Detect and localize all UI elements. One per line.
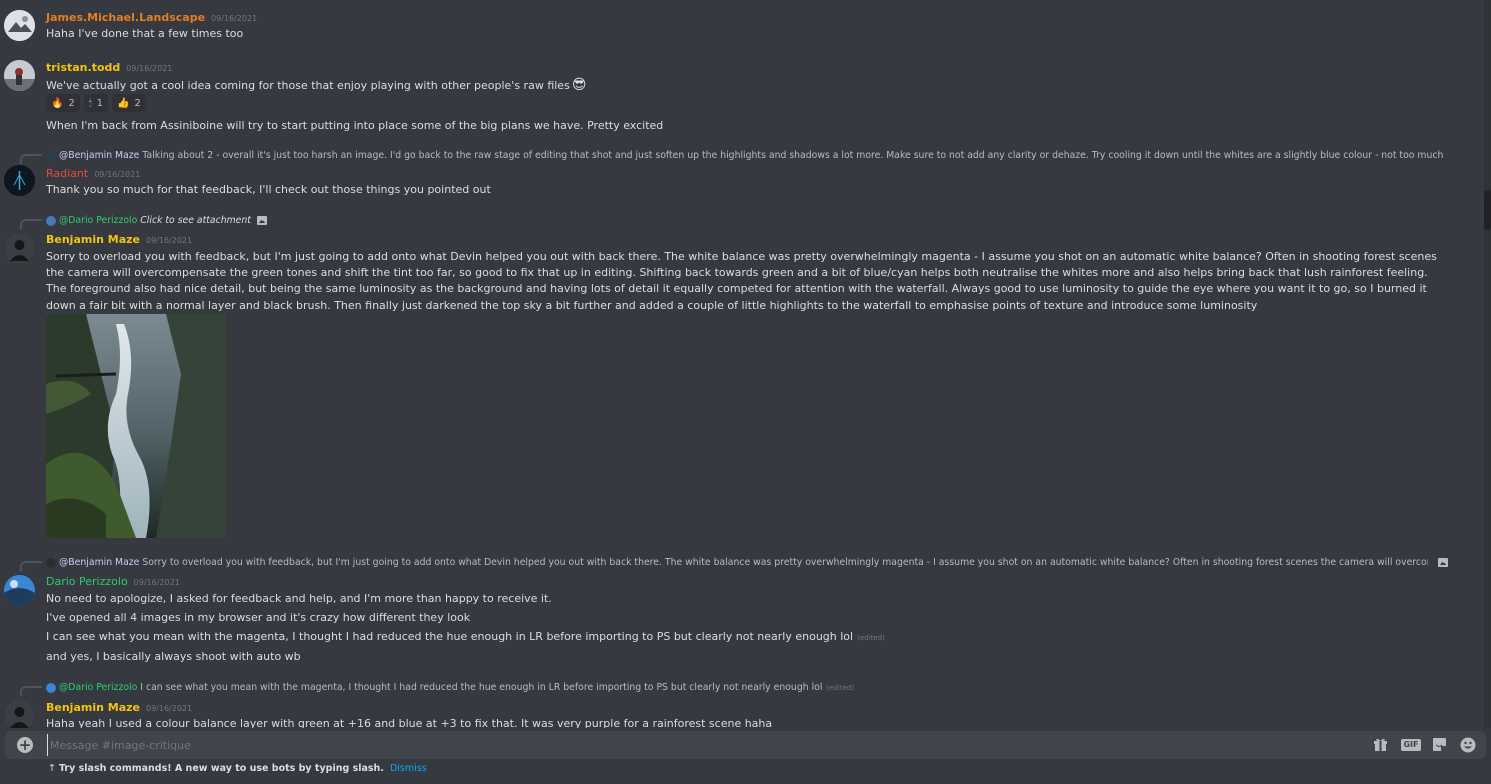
- author-label[interactable]: Benjamin Maze: [46, 701, 140, 714]
- message-benjamin-1: @Dario Perizzolo Click to see attachment…: [0, 213, 1480, 543]
- sticker-icon[interactable]: [1431, 737, 1448, 753]
- reply-avatar: [46, 150, 56, 161]
- message-text: We've actually got a cool idea coming fo…: [46, 77, 586, 93]
- avatar[interactable]: [4, 700, 35, 728]
- author-label[interactable]: Benjamin Maze: [46, 233, 140, 246]
- reply-avatar: [46, 557, 56, 568]
- author-name[interactable]: James.Michael.Landscape 09/16/2021: [46, 11, 257, 24]
- avatar[interactable]: [4, 165, 35, 196]
- author-label[interactable]: James.Michael.Landscape: [46, 11, 205, 24]
- reply-text: I can see what you mean with the magenta…: [140, 682, 823, 693]
- reply-connector: [20, 561, 42, 571]
- reaction-thumbs-up[interactable]: 👍 2: [112, 94, 146, 112]
- message-text: and yes, I basically always shoot with a…: [46, 650, 301, 663]
- reply-connector: [20, 686, 42, 696]
- message-text: I can see what you mean with the magenta…: [46, 630, 885, 643]
- reply-preview[interactable]: @Benjamin Maze Talking about 2 - overall…: [46, 150, 1446, 164]
- reply-author[interactable]: @Benjamin Maze: [59, 150, 139, 161]
- dismiss-link[interactable]: Dismiss: [390, 763, 427, 774]
- reply-text: Sorry to overload you with feedback, but…: [142, 557, 1428, 568]
- timestamp: 09/16/2021: [133, 578, 180, 587]
- author-name[interactable]: tristan.todd 09/16/2021: [46, 61, 172, 74]
- gift-icon[interactable]: [1372, 737, 1389, 753]
- message-radiant: @Benjamin Maze Talking about 2 - overall…: [0, 148, 1480, 200]
- message-composer: + GIF: [5, 731, 1486, 759]
- message-tristan: tristan.todd 09/16/2021 We've actually go…: [0, 50, 1480, 140]
- author-name[interactable]: Benjamin Maze 09/16/2021: [46, 233, 192, 246]
- timestamp: 09/16/2021: [94, 170, 141, 179]
- timestamp: 09/16/2021: [126, 64, 173, 73]
- message-dario: @Benjamin Maze Sorry to overload you wit…: [0, 555, 1480, 670]
- waterfall-image-attachment[interactable]: [46, 314, 226, 538]
- sunglasses-emoji-icon: 😎: [571, 77, 587, 93]
- reply-author[interactable]: @Dario Perizzolo: [59, 215, 137, 226]
- reply-text[interactable]: Click to see attachment: [140, 215, 251, 226]
- image-icon: [1438, 558, 1448, 567]
- fire-icon: 🔥: [51, 97, 64, 109]
- image-icon: [256, 216, 267, 225]
- message-text: Sorry to overload you with feedback, but…: [46, 250, 1437, 312]
- reaction-count: 2: [134, 97, 141, 109]
- scrollbar[interactable]: [1484, 0, 1491, 728]
- reply-connector: [20, 219, 42, 229]
- reply-preview[interactable]: @Dario Perizzolo I can see what you mean…: [46, 682, 854, 696]
- avatar[interactable]: [4, 10, 35, 41]
- message-text: Haha I've done that a few times too: [46, 27, 244, 40]
- reply-author[interactable]: @Dario Perizzolo: [59, 682, 137, 693]
- gif-label: GIF: [1401, 739, 1421, 751]
- candle-icon: 🕯: [88, 97, 92, 109]
- reply-preview[interactable]: @Dario Perizzolo Click to see attachment: [46, 215, 267, 229]
- message-benjamin-2: @Dario Perizzolo I can see what you mean…: [0, 680, 1480, 728]
- author-label[interactable]: Dario Perizzolo: [46, 575, 128, 588]
- author-name[interactable]: Dario Perizzolo 09/16/2021: [46, 575, 180, 588]
- reply-connector: [20, 154, 42, 164]
- gif-icon[interactable]: GIF: [1401, 737, 1421, 753]
- edited-label: (edited): [857, 634, 885, 642]
- timestamp: 09/16/2021: [211, 14, 258, 23]
- reaction-fire[interactable]: 🔥 2: [46, 94, 80, 112]
- reaction-count: 2: [68, 97, 75, 109]
- emoji-icon[interactable]: [1459, 737, 1476, 753]
- message-text: Thank you so much for that feedback, I'l…: [46, 183, 491, 196]
- reply-avatar: [46, 215, 56, 226]
- message-text: When I'm back from Assiniboine will try …: [46, 119, 664, 132]
- message-text: I've opened all 4 images in my browser a…: [46, 611, 471, 624]
- avatar[interactable]: [4, 233, 35, 264]
- reply-preview[interactable]: @Benjamin Maze Sorry to overload you wit…: [46, 557, 1428, 571]
- message-text-part: I can see what you mean with the magenta…: [46, 630, 854, 643]
- reactions: 🔥 2 🕯 1 👍 2: [46, 94, 146, 112]
- reply-avatar: [46, 682, 56, 693]
- timestamp: 09/16/2021: [146, 236, 193, 245]
- scrollbar-thumb[interactable]: [1484, 190, 1491, 230]
- timestamp: 09/16/2021: [146, 704, 193, 713]
- reply-author[interactable]: @Benjamin Maze: [59, 557, 139, 568]
- message-james: James.Michael.Landscape 09/16/2021 Haha I…: [0, 0, 1480, 50]
- message-text: Haha yeah I used a colour balance layer …: [46, 717, 773, 728]
- avatar[interactable]: [4, 575, 35, 606]
- author-label[interactable]: Radiant: [46, 167, 88, 180]
- edited-label: (edited): [826, 684, 855, 692]
- arrow-up-icon: ↑: [48, 763, 56, 774]
- slash-commands-hint: ↑ Try slash commands! A new way to use b…: [48, 763, 427, 774]
- reaction-candle[interactable]: 🕯 1: [83, 94, 109, 112]
- message-input[interactable]: [47, 734, 1347, 756]
- avatar[interactable]: [4, 60, 35, 91]
- thumbs-up-icon: 👍: [117, 97, 130, 109]
- author-label[interactable]: tristan.todd: [46, 61, 120, 74]
- plus-circle-icon[interactable]: +: [17, 737, 33, 753]
- chat-messages: James.Michael.Landscape 09/16/2021 Haha I…: [0, 0, 1491, 728]
- reaction-count: 1: [96, 97, 104, 109]
- message-text-part: We've actually got a cool idea coming fo…: [46, 79, 570, 92]
- author-name[interactable]: Benjamin Maze 09/16/2021: [46, 701, 192, 714]
- reply-text: Talking about 2 - overall it's just too …: [142, 150, 1446, 161]
- message-text: No need to apologize, I asked for feedba…: [46, 592, 552, 605]
- hint-text: Try slash commands! A new way to use bot…: [59, 763, 384, 774]
- author-name[interactable]: Radiant 09/16/2021: [46, 167, 140, 180]
